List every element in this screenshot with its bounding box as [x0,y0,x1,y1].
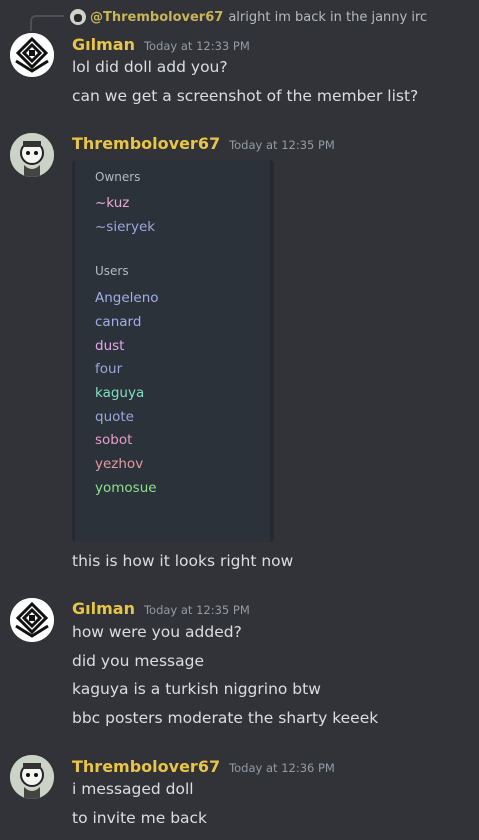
member-name: four [95,361,123,377]
member-name: dust [95,338,125,354]
message-text: lol did doll add you? [72,58,228,76]
message-text: did you message [72,652,204,670]
member-name: sobot [95,432,133,448]
member-name: kaguya [95,385,145,401]
users-section-label: Users [95,264,129,278]
member-name: Angeleno [95,290,159,306]
message-header: Gılman Today at 12:35 PM [72,599,250,618]
reply-avatar-icon [70,9,86,25]
message-text: kaguya is a turkish niggrino btw [72,680,321,698]
member-name: canard [95,314,142,330]
message-header: Gılman Today at 12:33 PM [72,35,250,54]
username[interactable]: Gılman [72,35,135,54]
message-text: how were you added? [72,623,242,641]
reply-text[interactable]: alright im back in the janny irc [228,10,427,25]
reply-preview[interactable]: @Thrembolover67 alright im back in the j… [70,8,427,26]
timestamp[interactable]: Today at 12:35 PM [229,138,335,152]
message-text: can we get a screenshot of the member li… [72,87,419,105]
reply-author[interactable]: @Thrembolover67 [90,10,223,25]
member-name: yomosue [95,480,157,496]
username[interactable]: Gılman [72,599,135,618]
owners-section-label: Owners [95,170,141,184]
message-header: Thrembolover67 Today at 12:36 PM [72,757,335,776]
member-name: ~kuz [95,195,130,211]
username[interactable]: Thrembolover67 [72,757,220,776]
thrembolover-avatar-icon[interactable] [10,133,54,177]
message-text: to invite me back [72,809,208,827]
member-name: yezhov [95,456,144,472]
message-header: Thrembolover67 Today at 12:35 PM [72,134,335,153]
message-text: i messaged doll [72,780,194,798]
member-list-screenshot[interactable]: Owners ~kuz ~sieryek Users Angeleno cana… [72,160,274,542]
reply-connector [30,15,64,31]
thrembolover-avatar-icon[interactable] [10,755,54,799]
timestamp[interactable]: Today at 12:36 PM [229,761,335,775]
gilman-avatar-icon[interactable] [10,33,54,77]
member-name: ~sieryek [95,219,156,235]
timestamp[interactable]: Today at 12:35 PM [144,603,250,617]
message-text: this is how it looks right now [72,552,294,570]
gilman-avatar-icon[interactable] [10,598,54,642]
timestamp[interactable]: Today at 12:33 PM [144,39,250,53]
member-name: quote [95,409,134,425]
message-text: bbc posters moderate the sharty keeek [72,709,379,727]
username[interactable]: Thrembolover67 [72,134,220,153]
